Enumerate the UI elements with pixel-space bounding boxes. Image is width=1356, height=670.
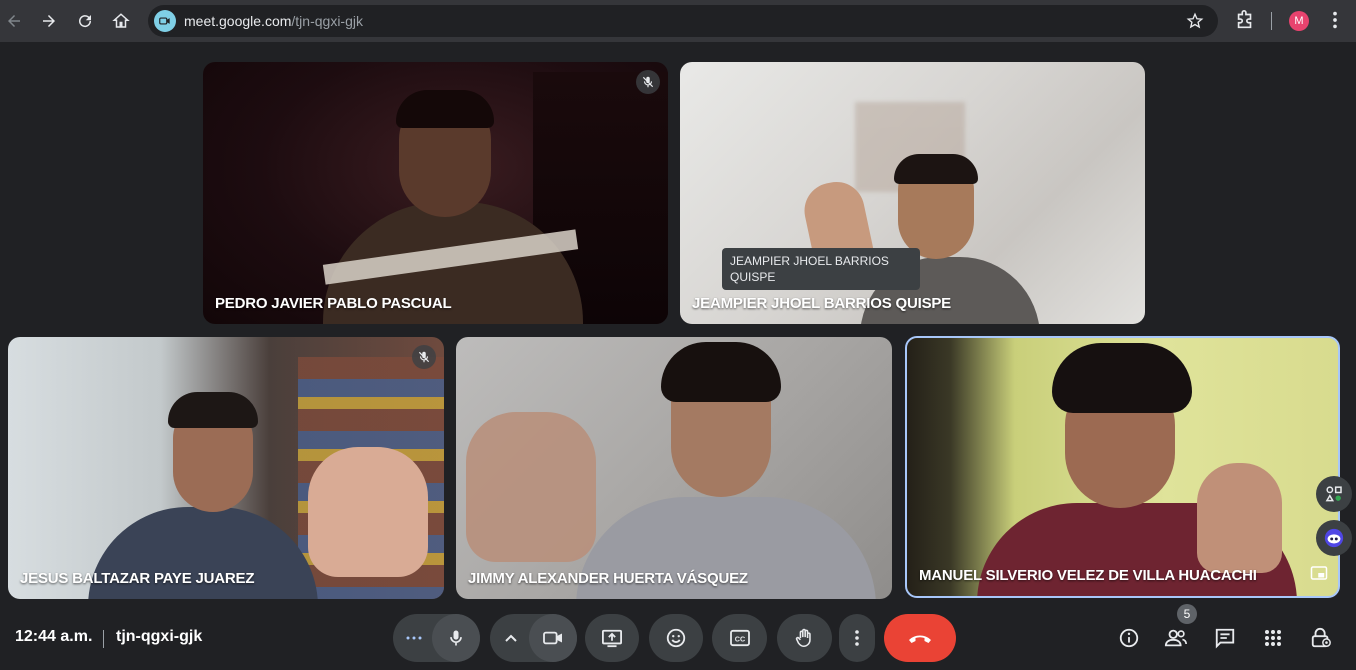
participant-name: MANUEL SILVERIO VELEZ DE VILLA HUACACHI — [919, 567, 1257, 584]
participant-tile-active[interactable]: MANUEL SILVERIO VELEZ DE VILLA HUACACHI — [905, 336, 1340, 598]
reactions-button[interactable] — [649, 614, 703, 662]
browser-toolbar: meet.google.com/tjn-qgxi-gjk M — [0, 0, 1356, 42]
video-options-chevron-icon[interactable] — [498, 626, 524, 650]
raise-hand-button[interactable] — [777, 614, 832, 662]
host-controls-lock-icon[interactable] — [1309, 626, 1333, 650]
present-screen-icon — [602, 629, 622, 648]
toolbar-divider — [1271, 12, 1272, 30]
raise-hand-icon — [795, 628, 811, 648]
clock-time: 12:44 a.m. — [15, 628, 93, 645]
meeting-grid: PEDRO JAVIER PABLO PASCUAL JEAMPIER JHOE… — [0, 42, 1356, 600]
leave-call-button[interactable] — [884, 614, 956, 662]
microphone-button[interactable] — [432, 614, 480, 662]
back-arrow-icon[interactable] — [2, 9, 26, 33]
participant-name: JESUS BALTAZAR PAYE JUAREZ — [20, 570, 255, 587]
assistant-bot-icon[interactable] — [1316, 520, 1352, 556]
participant-name: JEAMPIER JHOEL BARRIOS QUISPE — [692, 295, 951, 312]
captions-button[interactable]: CC — [712, 614, 767, 662]
picture-in-picture-icon[interactable] — [1310, 565, 1328, 586]
people-icon[interactable] — [1164, 626, 1188, 650]
participant-tile[interactable]: JEAMPIER JHOEL BARRIOS QUISPE JEAMPIER J… — [680, 62, 1145, 324]
camera-button[interactable] — [529, 614, 577, 662]
present-screen-button[interactable] — [585, 614, 639, 662]
more-vertical-icon — [855, 630, 859, 646]
time-divider — [103, 630, 104, 648]
chat-icon[interactable] — [1213, 626, 1237, 650]
participants-count-badge: 5 — [1177, 604, 1197, 624]
audio-options-icon[interactable] — [399, 626, 429, 650]
home-icon[interactable] — [109, 9, 133, 33]
closed-captions-icon: CC — [729, 629, 750, 647]
address-bar[interactable]: meet.google.com/tjn-qgxi-gjk — [148, 5, 1218, 37]
participant-tile[interactable]: JESUS BALTAZAR PAYE JUAREZ — [8, 337, 444, 599]
mic-off-icon — [636, 70, 660, 94]
browser-menu-icon[interactable] — [1324, 9, 1346, 36]
participant-name: PEDRO JAVIER PABLO PASCUAL — [215, 295, 452, 312]
microphone-icon — [450, 630, 462, 646]
meeting-details-info-icon[interactable] — [1117, 626, 1141, 650]
hang-up-icon — [909, 635, 931, 643]
activities-grid-icon[interactable] — [1261, 626, 1285, 650]
name-tooltip: JEAMPIER JHOEL BARRIOS QUISPE — [722, 248, 920, 290]
profile-avatar[interactable]: M — [1289, 11, 1309, 31]
participant-tile[interactable]: PEDRO JAVIER PABLO PASCUAL — [203, 62, 668, 324]
meeting-controls-bar: 12:44 a.m. tjn-qgxi-gjk CC 5 — [0, 600, 1356, 670]
participant-name: JIMMY ALEXANDER HUERTA VÁSQUEZ — [468, 570, 748, 587]
emoji-icon — [666, 628, 686, 648]
reload-icon[interactable] — [73, 9, 97, 33]
camera-icon — [543, 631, 562, 645]
apps-shapes-icon[interactable] — [1316, 476, 1352, 512]
more-options-button[interactable] — [839, 614, 875, 662]
video-control-group — [490, 614, 577, 662]
site-info-icon[interactable] — [154, 10, 176, 32]
meeting-code: tjn-qgxi-gjk — [116, 628, 203, 645]
url-host: meet.google.com — [184, 13, 292, 29]
participant-tile[interactable]: JIMMY ALEXANDER HUERTA VÁSQUEZ — [456, 337, 892, 599]
mic-off-icon — [412, 345, 436, 369]
audio-control-group — [393, 614, 480, 662]
bookmark-star-icon[interactable] — [1186, 12, 1204, 35]
forward-arrow-icon[interactable] — [37, 9, 61, 33]
extensions-puzzle-icon[interactable] — [1234, 9, 1256, 36]
url-path: /tjn-qgxi-gjk — [291, 13, 363, 29]
svg-text:CC: CC — [734, 635, 744, 644]
url-text: meet.google.com/tjn-qgxi-gjk — [184, 13, 363, 29]
